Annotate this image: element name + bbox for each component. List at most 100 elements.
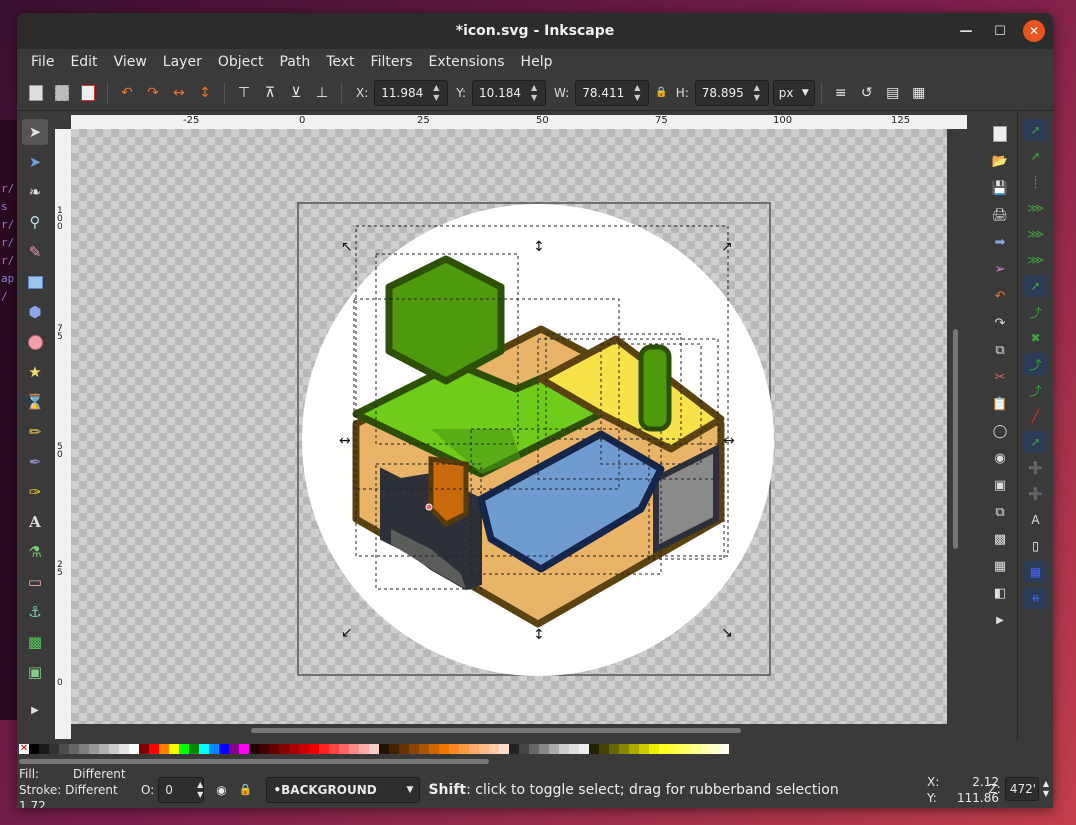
color-swatch[interactable]	[169, 744, 179, 754]
opacity-stepper-icon[interactable]: ▲ ▼	[197, 780, 203, 800]
bucket-icon[interactable]: ⚓	[22, 599, 48, 625]
color-swatch[interactable]	[559, 744, 569, 754]
spray-icon[interactable]: ⚗	[22, 539, 48, 565]
color-swatch[interactable]	[579, 744, 589, 754]
color-swatch[interactable]	[649, 744, 659, 754]
color-swatch[interactable]	[49, 744, 59, 754]
raise-to-top-icon[interactable]: ⊤	[231, 80, 257, 106]
opacity-value[interactable]: 0	[165, 783, 173, 797]
snap-nodes-icon[interactable]: ➚	[1023, 275, 1048, 297]
color-swatch[interactable]	[709, 744, 719, 754]
move-patterns-icon[interactable]: ▦	[906, 80, 932, 106]
color-swatch[interactable]	[609, 744, 619, 754]
zoom-stepper-icon[interactable]: ▲ ▼	[1043, 779, 1049, 799]
rotate-cw-icon[interactable]: ↷	[140, 80, 166, 106]
star-icon[interactable]: ★	[22, 359, 48, 385]
y-value[interactable]: 10.184	[473, 86, 531, 100]
menu-extensions[interactable]: Extensions	[421, 54, 513, 70]
snap-grid-icon[interactable]: ▦	[1023, 561, 1048, 583]
color-swatch[interactable]	[79, 744, 89, 754]
flip-horizontal-icon[interactable]: ↔	[166, 80, 192, 106]
export-icon[interactable]: ➢	[989, 258, 1011, 280]
fill-stroke-indicator[interactable]: Fill: Different Stroke: Different 1.72	[17, 766, 137, 809]
color-swatch[interactable]	[139, 744, 149, 754]
color-swatch[interactable]	[429, 744, 439, 754]
minimize-button[interactable]: —	[955, 20, 977, 42]
menu-file[interactable]: File	[23, 54, 62, 70]
no-paint-swatch[interactable]: ✕	[19, 744, 29, 754]
zoom-page-icon[interactable]: ▣	[989, 474, 1011, 496]
menu-edit[interactable]: Edit	[62, 54, 105, 70]
color-swatch[interactable]	[459, 744, 469, 754]
color-swatch[interactable]	[449, 744, 459, 754]
opacity-spinbox[interactable]: 0 ▲ ▼	[158, 776, 205, 803]
color-swatch[interactable]	[109, 744, 119, 754]
color-swatch[interactable]	[299, 744, 309, 754]
color-swatch[interactable]	[189, 744, 199, 754]
snap-toggle-icon[interactable]: ➚	[1023, 119, 1048, 141]
expand-commands-icon[interactable]: ▶	[989, 609, 1011, 631]
h-stepper-icon[interactable]: ▲ ▼	[754, 83, 768, 103]
cut-icon[interactable]: ✂	[989, 366, 1011, 388]
selector-icon[interactable]: ➤	[22, 119, 48, 145]
menu-help[interactable]: Help	[513, 54, 561, 70]
color-swatch[interactable]	[499, 744, 509, 754]
color-swatch[interactable]	[669, 744, 679, 754]
color-swatch[interactable]	[399, 744, 409, 754]
h-spinbox[interactable]: 78.895 ▲ ▼	[694, 79, 769, 106]
copy-icon[interactable]: ⧉	[989, 339, 1011, 361]
select-all-layers-icon[interactable]	[49, 80, 75, 106]
zoom-selection-icon[interactable]: ◯	[989, 420, 1011, 442]
lower-to-bottom-icon[interactable]: ⊥	[309, 80, 335, 106]
color-swatch[interactable]	[549, 744, 559, 754]
unit-select[interactable]: px ▼	[772, 79, 815, 106]
color-swatch[interactable]	[149, 744, 159, 754]
node-icon[interactable]: ➤	[22, 149, 48, 175]
w-value[interactable]: 78.411	[576, 86, 634, 100]
color-swatch[interactable]	[539, 744, 549, 754]
color-swatch[interactable]	[159, 744, 169, 754]
color-swatch[interactable]	[289, 744, 299, 754]
x-value[interactable]: 11.984	[375, 86, 433, 100]
snap-bbox-icon[interactable]: ➚	[1024, 145, 1048, 167]
pencil-icon[interactable]: ✏	[22, 419, 48, 445]
zoom-value[interactable]: 472'	[1010, 782, 1036, 796]
palette-scrollbar[interactable]	[19, 759, 489, 764]
color-swatch[interactable]	[599, 744, 609, 754]
color-swatch[interactable]	[279, 744, 289, 754]
zoom-icon[interactable]: ⚲	[22, 209, 48, 235]
x-stepper-icon[interactable]: ▲ ▼	[433, 83, 447, 103]
tweak-icon[interactable]: ❧	[22, 179, 48, 205]
flip-vertical-icon[interactable]: ↕	[192, 80, 218, 106]
scroll-thumb[interactable]	[251, 728, 741, 733]
snap-others-icon[interactable]: ➚	[1023, 431, 1048, 453]
eye-icon[interactable]: ◉	[216, 783, 226, 797]
scale-corners-icon[interactable]: ↺	[854, 80, 880, 106]
menu-view[interactable]: View	[106, 54, 155, 70]
color-swatch[interactable]	[339, 744, 349, 754]
dropper-icon[interactable]: ▣	[22, 659, 48, 685]
color-swatch[interactable]	[589, 744, 599, 754]
color-swatch[interactable]	[469, 744, 479, 754]
menu-text[interactable]: Text	[318, 54, 362, 70]
import-icon[interactable]: ➡	[989, 231, 1011, 253]
snap-bbox-corner-icon[interactable]: ⋙	[1024, 197, 1048, 219]
color-swatch[interactable]	[309, 744, 319, 754]
ellipse-icon[interactable]	[22, 329, 48, 355]
paste-icon[interactable]: 📋	[989, 393, 1011, 415]
snap-guide-icon[interactable]: ⧺	[1023, 587, 1048, 609]
snap-smooth-icon[interactable]: ⤴	[1024, 379, 1048, 401]
redo-icon[interactable]: ↷	[989, 312, 1011, 334]
snap-rotation-center-icon[interactable]: ➕	[1024, 483, 1048, 505]
color-swatch[interactable]	[239, 744, 249, 754]
vertical-scrollbar[interactable]	[949, 129, 961, 724]
color-swatch[interactable]	[389, 744, 399, 754]
eraser-icon[interactable]: ▭	[22, 569, 48, 595]
color-swatch[interactable]	[639, 744, 649, 754]
h-value[interactable]: 78.895	[696, 86, 754, 100]
group-icon[interactable]: ◧	[989, 582, 1011, 604]
maximize-button[interactable]: ☐	[989, 20, 1011, 42]
calligraphy-icon[interactable]: ✑	[22, 479, 48, 505]
color-swatch[interactable]	[439, 744, 449, 754]
color-swatch[interactable]	[259, 744, 269, 754]
